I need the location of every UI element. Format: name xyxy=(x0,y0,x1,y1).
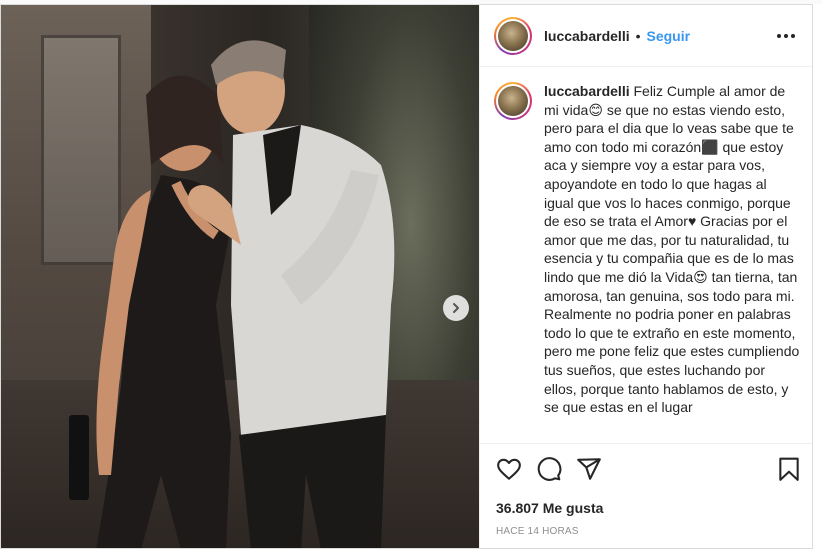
like-button[interactable] xyxy=(496,456,522,482)
caption-story-ring[interactable] xyxy=(494,82,532,120)
separator-dot: • xyxy=(635,27,641,44)
post-sidebar: luccabardelli • Seguir luccabardelli Fel… xyxy=(479,5,812,548)
caption-username-link[interactable]: luccabardelli xyxy=(544,83,630,99)
more-dot xyxy=(791,34,795,38)
caption-avatar-frame xyxy=(496,84,530,118)
chevron-right-icon xyxy=(453,303,459,313)
carousel-next-button[interactable] xyxy=(443,295,469,321)
likes-count[interactable]: 36.807 Me gusta xyxy=(496,500,603,516)
bookmark-icon xyxy=(779,457,799,481)
more-dot xyxy=(777,34,781,38)
post-timestamp[interactable]: HACE 14 HORAS xyxy=(496,526,579,537)
avatar[interactable] xyxy=(498,20,528,51)
share-icon xyxy=(577,458,601,480)
more-options-icon[interactable] xyxy=(777,29,797,43)
post-caption: luccabardelli Feliz Cumple al amor de mi… xyxy=(480,68,812,442)
caption-avatar[interactable] xyxy=(498,86,528,116)
instagram-post: luccabardelli • Seguir luccabardelli Fel… xyxy=(0,4,813,549)
comment-button[interactable] xyxy=(536,456,562,482)
heart-icon xyxy=(497,458,521,480)
post-header: luccabardelli • Seguir xyxy=(480,5,812,67)
caption-body: Feliz Cumple al amor de mi vida😊 se que … xyxy=(544,83,800,416)
story-ring[interactable] xyxy=(494,16,532,55)
post-actions: 36.807 Me gusta HACE 14 HORAS xyxy=(480,443,812,548)
caption-text: luccabardelli Feliz Cumple al amor de mi… xyxy=(544,82,800,417)
comment-icon xyxy=(537,457,562,481)
save-button[interactable] xyxy=(776,456,802,482)
avatar-frame xyxy=(496,18,530,53)
couple-illustration xyxy=(69,40,395,548)
post-photo[interactable] xyxy=(1,5,479,548)
more-dot xyxy=(784,34,788,38)
share-button[interactable] xyxy=(576,456,602,482)
username-link[interactable]: luccabardelli xyxy=(544,28,630,44)
follow-button[interactable]: Seguir xyxy=(647,28,691,44)
